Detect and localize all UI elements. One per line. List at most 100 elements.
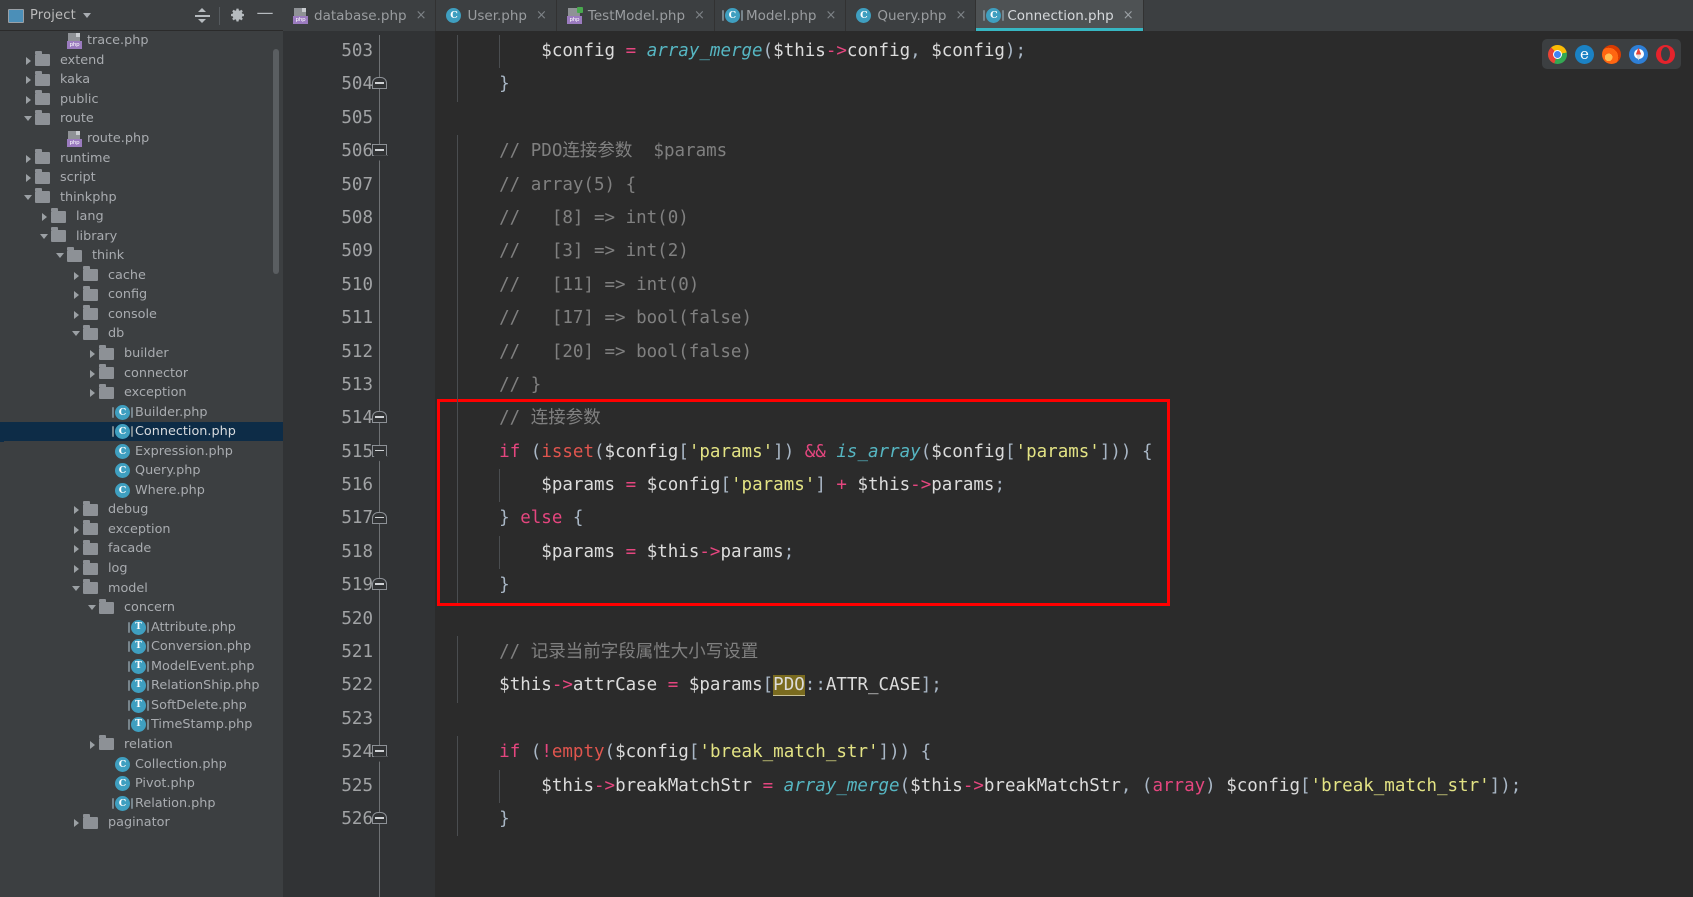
project-tree-item[interactable]: php route.php	[0, 129, 283, 149]
project-tree-item[interactable]: T RelationShip.php	[0, 676, 283, 696]
chevron-right-icon[interactable]	[70, 503, 83, 516]
fold-toggle-end[interactable]	[372, 444, 387, 460]
editor-tab-model-php[interactable]: C Model.php ×	[715, 0, 847, 31]
project-tree-item[interactable]: runtime	[0, 148, 283, 168]
project-tree-item[interactable]: T Attribute.php	[0, 617, 283, 637]
code-editor[interactable]: 503 504 505 506 507 508 509 510 511 512 513 514 515 5…	[283, 31, 1693, 897]
chevron-right-icon[interactable]	[70, 523, 83, 536]
chevron-down-icon[interactable]	[86, 601, 99, 614]
editor-tab-testmodel-php[interactable]: php TestModel.php ×	[557, 0, 715, 31]
tab-close-icon[interactable]: ×	[536, 8, 547, 23]
project-tree-item[interactable]: concern	[0, 598, 283, 618]
code-line[interactable]: // }	[435, 368, 1693, 403]
project-tree-item[interactable]: T SoftDelete.php	[0, 696, 283, 716]
project-tree-item-selected[interactable]: C Connection.php	[0, 421, 283, 442]
project-tree-item[interactable]: config	[0, 285, 283, 305]
project-tree-item[interactable]: facade	[0, 539, 283, 559]
safari-icon[interactable]	[1629, 44, 1648, 64]
chevron-right-icon[interactable]	[22, 93, 35, 106]
project-tree-item[interactable]: exception	[0, 383, 283, 403]
code-line[interactable]: if (isset($config['params']) && is_array…	[435, 435, 1693, 470]
tab-close-icon[interactable]: ×	[416, 8, 427, 23]
collapse-all-button[interactable]	[188, 2, 216, 30]
chevron-down-icon[interactable]	[22, 112, 35, 125]
project-tree-item[interactable]: exception	[0, 520, 283, 540]
project-tree-item[interactable]: C Relation.php	[0, 793, 283, 813]
project-tree-item[interactable]: php trace.php	[0, 31, 283, 51]
code-line[interactable]: }	[435, 68, 1693, 102]
project-tree-item[interactable]: kaka	[0, 70, 283, 90]
chevron-right-icon[interactable]	[22, 152, 35, 165]
project-tree-item[interactable]: T TimeStamp.php	[0, 715, 283, 735]
chevron-right-icon[interactable]	[70, 562, 83, 575]
tab-close-icon[interactable]: ×	[825, 8, 836, 23]
code-line[interactable]: // [11] => int(0)	[435, 268, 1693, 303]
editor-gutter[interactable]: 503 504 505 506 507 508 509 510 511 512 513 514 515 5…	[283, 31, 435, 897]
project-tree-panel[interactable]: php trace.php extend kaka public route php rout…	[0, 31, 283, 897]
chevron-down-icon[interactable]	[82, 13, 91, 18]
hide-panel-button[interactable]: —	[251, 2, 279, 30]
project-tree-item[interactable]: paginator	[0, 813, 283, 833]
code-line[interactable]: $this->breakMatchStr = array_merge($this…	[435, 769, 1693, 803]
chevron-right-icon[interactable]	[70, 288, 83, 301]
project-tree-item[interactable]: extend	[0, 51, 283, 71]
chevron-right-icon[interactable]	[86, 367, 99, 380]
code-line[interactable]: // [20] => bool(false)	[435, 335, 1693, 369]
fold-toggle-start[interactable]	[372, 511, 387, 527]
editor-tab-connection-php[interactable]: C Connection.php ×	[976, 0, 1144, 31]
editor-tab-database-php[interactable]: php database.php ×	[283, 0, 437, 31]
chevron-down-icon[interactable]	[70, 327, 83, 340]
project-tree-scrollbar[interactable]	[273, 49, 279, 274]
code-line[interactable]: // [8] => int(0)	[435, 201, 1693, 236]
chevron-right-icon[interactable]	[70, 308, 83, 321]
project-tree-item[interactable]: library	[0, 226, 283, 246]
chevron-right-icon[interactable]	[70, 816, 83, 829]
code-line[interactable]	[435, 102, 1693, 135]
project-tree-item[interactable]: relation	[0, 735, 283, 755]
chevron-right-icon[interactable]	[86, 347, 99, 360]
fold-toggle-start[interactable]	[372, 77, 387, 92]
fold-toggle-start[interactable]	[372, 812, 387, 827]
chevron-right-icon[interactable]	[70, 269, 83, 282]
chevron-right-icon[interactable]	[22, 54, 35, 67]
code-line[interactable]	[435, 603, 1693, 636]
project-tree-item[interactable]: console	[0, 305, 283, 325]
code-line[interactable]: // [3] => int(2)	[435, 235, 1693, 269]
project-tree-item[interactable]: script	[0, 168, 283, 188]
project-tree-item[interactable]: log	[0, 559, 283, 579]
project-tree-item[interactable]: C Expression.php	[0, 441, 283, 461]
code-line[interactable]: // PDO连接参数 $params	[435, 135, 1693, 169]
code-line[interactable]	[435, 703, 1693, 736]
chrome-icon[interactable]	[1548, 44, 1567, 64]
tab-close-icon[interactable]: ×	[955, 8, 966, 23]
project-tree-item[interactable]: public	[0, 90, 283, 110]
code-line[interactable]: $params = $config['params'] + $this->par…	[435, 469, 1693, 503]
firefox-icon[interactable]	[1602, 44, 1621, 64]
project-tree-item[interactable]: T ModelEvent.php	[0, 657, 283, 677]
chevron-down-icon[interactable]	[70, 582, 83, 595]
code-line[interactable]: if (!empty($config['break_match_str'])) …	[435, 736, 1693, 770]
chevron-down-icon[interactable]	[38, 230, 51, 243]
project-tree-item[interactable]: debug	[0, 500, 283, 520]
project-tree-item[interactable]: connector	[0, 363, 283, 383]
editor-tab-query-php[interactable]: C Query.php ×	[846, 0, 977, 31]
chevron-right-icon[interactable]	[38, 210, 51, 223]
project-tree-item[interactable]: think	[0, 246, 283, 266]
project-tree-item[interactable]: T Conversion.php	[0, 637, 283, 657]
fold-toggle-start[interactable]	[372, 411, 387, 426]
code-line[interactable]: }	[435, 802, 1693, 837]
opera-icon[interactable]	[1656, 44, 1675, 64]
project-tree-item[interactable]: builder	[0, 344, 283, 364]
project-tree-item[interactable]: thinkphp	[0, 187, 283, 207]
code-line[interactable]: // 连接参数	[435, 402, 1693, 436]
project-tree-item[interactable]: db	[0, 324, 283, 344]
fold-toggle-end[interactable]	[372, 144, 387, 159]
code-line[interactable]: $this->attrCase = $params[PDO::ATTR_CASE…	[435, 669, 1693, 703]
chevron-right-icon[interactable]	[86, 738, 99, 751]
code-line[interactable]: // 记录当前字段属性大小写设置	[435, 636, 1693, 670]
editor-tab-user-php[interactable]: C User.php ×	[436, 0, 557, 31]
code-line[interactable]: } else {	[435, 502, 1693, 536]
code-line[interactable]: }	[435, 569, 1693, 603]
chevron-right-icon[interactable]	[86, 386, 99, 399]
code-line[interactable]: // [17] => bool(false)	[435, 302, 1693, 336]
